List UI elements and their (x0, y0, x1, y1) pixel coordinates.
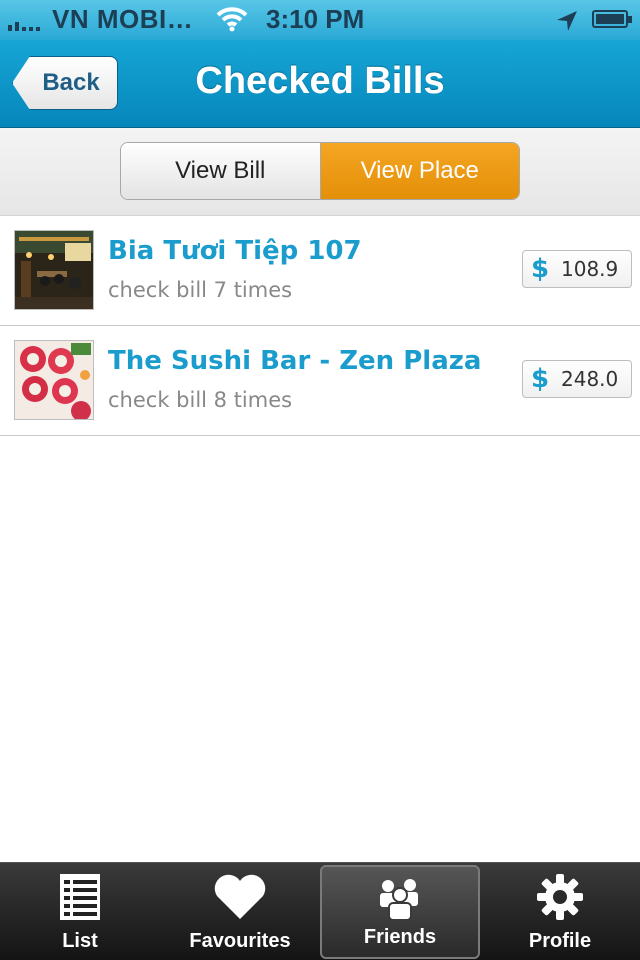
segment-area: View Bill View Place (0, 128, 640, 216)
view-segmented-control: View Bill View Place (120, 142, 520, 200)
price-amount: 108.9 (561, 257, 619, 281)
tab-friends[interactable]: Friends (320, 865, 480, 959)
tab-favourites[interactable]: Favourites (160, 863, 320, 960)
tab-list[interactable]: List (0, 863, 160, 960)
tab-label: List (62, 930, 98, 952)
tab-label: Profile (528, 930, 592, 952)
place-name: Bia Tươi Tiệp 107 (108, 236, 362, 266)
view-bill-segment[interactable]: View Bill (121, 143, 321, 199)
screen: VN MOBI… 3:10 PM Back Checked Bills View (0, 0, 640, 960)
price-badge: $ 248.0 (522, 360, 632, 398)
gear-icon (536, 873, 584, 927)
page-title: Checked Bills (195, 60, 445, 102)
battery-icon (592, 10, 632, 28)
signal-icon (8, 11, 40, 31)
back-button[interactable]: Back (12, 56, 118, 110)
place-thumbnail (14, 340, 94, 420)
check-count: check bill 7 times (108, 278, 293, 302)
tab-bar: List Favourites Friends Profile (0, 862, 640, 960)
navigation-bar: Back Checked Bills (0, 40, 640, 128)
status-bar: VN MOBI… 3:10 PM (0, 0, 640, 40)
tab-label: Favourites (189, 930, 291, 952)
price-badge: $ 108.9 (522, 250, 632, 288)
place-thumbnail (14, 230, 94, 310)
tab-label: Friends (363, 926, 437, 948)
places-list: Bia Tươi Tiệp 107 check bill 7 times $ 1… (0, 216, 640, 436)
check-count: check bill 8 times (108, 388, 293, 412)
tab-profile[interactable]: Profile (480, 863, 640, 960)
wifi-icon (216, 6, 248, 39)
view-place-segment[interactable]: View Place (320, 143, 519, 199)
location-arrow-icon (556, 8, 578, 39)
list-item[interactable]: Bia Tươi Tiệp 107 check bill 7 times $ 1… (0, 216, 640, 326)
list-item[interactable]: The Sushi Bar - Zen Plaza check bill 8 t… (0, 326, 640, 436)
friends-icon (376, 877, 424, 927)
place-name: The Sushi Bar - Zen Plaza (108, 346, 482, 376)
carrier-name: VN MOBI… (52, 4, 194, 34)
status-time: 3:10 PM (266, 4, 365, 34)
heart-icon (212, 873, 268, 927)
dollar-icon: $ (531, 254, 550, 284)
list-icon (59, 873, 101, 927)
price-amount: 248.0 (561, 367, 619, 391)
dollar-icon: $ (531, 364, 550, 394)
